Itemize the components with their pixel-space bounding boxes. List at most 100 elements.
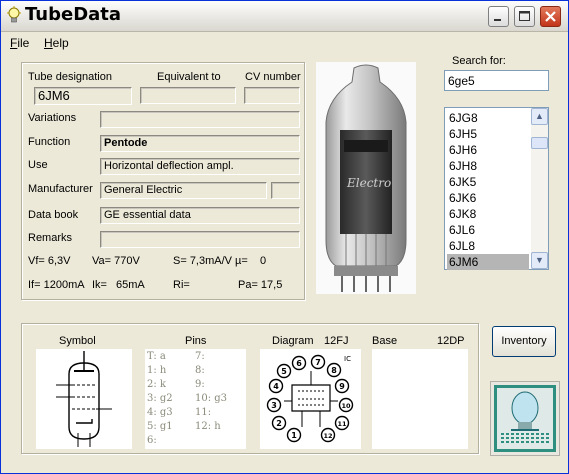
va-value: Va= 770V bbox=[92, 255, 140, 267]
pin-entry: 11: bbox=[195, 407, 212, 418]
diagram-pin-label: 10 bbox=[341, 402, 351, 410]
inventory-button[interactable]: Inventory bbox=[492, 326, 556, 357]
function-field[interactable]: Pentode bbox=[100, 135, 300, 152]
base-label: Base bbox=[372, 335, 398, 347]
scroll-thumb[interactable] bbox=[531, 137, 548, 149]
data-book-label: Data book bbox=[28, 209, 79, 221]
equivalent-to-field[interactable] bbox=[140, 87, 236, 104]
list-item[interactable]: 6JH6 bbox=[447, 142, 529, 158]
minimize-button[interactable] bbox=[488, 6, 509, 27]
menu-file-label: ile bbox=[17, 36, 30, 50]
lightbulb-icon bbox=[7, 6, 21, 23]
list-item[interactable]: 6JG8 bbox=[447, 110, 529, 126]
search-input[interactable] bbox=[444, 70, 549, 91]
cv-number-field[interactable] bbox=[244, 87, 300, 104]
pin-entry: 5: g1 bbox=[147, 421, 173, 432]
maximize-icon bbox=[519, 11, 530, 21]
tube-logo-text: Electro bbox=[346, 176, 391, 190]
mu-value: 0 bbox=[260, 255, 267, 267]
variations-label: Variations bbox=[28, 112, 77, 124]
list-item[interactable]: 6JH5 bbox=[447, 126, 529, 142]
list-item[interactable]: 6JK8 bbox=[447, 206, 529, 222]
manufacturer-field[interactable]: General Electric bbox=[100, 182, 267, 199]
maximize-button[interactable] bbox=[514, 6, 535, 27]
base-diagram-icon: 1 2 3 4 5 6 7 8 9 10 11 12 IC bbox=[266, 354, 354, 443]
pin-entry: 8: bbox=[195, 365, 205, 376]
app-window: TubeData File Help Tube designation Equi… bbox=[0, 0, 569, 474]
pin-entry: 7: bbox=[195, 351, 205, 362]
manufacturer-label: Manufacturer bbox=[28, 183, 93, 195]
diagram-pin-label: 11 bbox=[337, 420, 347, 428]
variations-field[interactable] bbox=[100, 111, 300, 128]
pin-entry: 2: k bbox=[147, 379, 166, 390]
list-item-selected[interactable]: 6JM6 bbox=[447, 254, 529, 270]
data-book-field[interactable]: GE essential data bbox=[100, 207, 300, 224]
pins-box: T: a 1: h 2: k 3: g2 4: g3 5: g1 6: 7: 8… bbox=[145, 349, 246, 449]
ik-value: 65mA bbox=[116, 279, 145, 291]
list-item[interactable]: 6JL6 bbox=[447, 222, 529, 238]
close-button[interactable] bbox=[540, 6, 561, 27]
use-field[interactable]: Horizontal deflection ampl. bbox=[100, 158, 300, 175]
menu-bar: File Help bbox=[1, 32, 568, 52]
list-item[interactable]: 6JK6 bbox=[447, 190, 529, 206]
manufacturer-extra-field[interactable] bbox=[271, 182, 300, 199]
tube-photo: Electro bbox=[316, 62, 416, 294]
search-label: Search for: bbox=[452, 55, 506, 67]
list-item[interactable]: 6JH8 bbox=[447, 158, 529, 174]
equivalent-to-label: Equivalent to bbox=[157, 71, 221, 83]
diagram-pin-label: 7 bbox=[315, 358, 321, 367]
menu-help-mnemonic: H bbox=[44, 36, 53, 50]
pin-entry: 9: bbox=[195, 379, 205, 390]
pin-entry: 6: bbox=[147, 435, 157, 446]
tube-image: Electro bbox=[316, 62, 416, 294]
chevron-up-icon: ▲ bbox=[535, 111, 544, 121]
diagram-pin-label: 8 bbox=[331, 366, 337, 375]
ik-label: Ik= bbox=[92, 279, 107, 291]
pin-entry: 12: h bbox=[195, 421, 221, 432]
menu-file[interactable]: File bbox=[10, 36, 29, 50]
scroll-up-button[interactable]: ▲ bbox=[531, 108, 548, 125]
list-item[interactable]: 6JL8 bbox=[447, 238, 529, 254]
window-title: TubeData bbox=[25, 4, 122, 25]
minimize-icon bbox=[494, 19, 501, 21]
pin-entry: T: a bbox=[147, 351, 166, 362]
function-label: Function bbox=[28, 136, 71, 148]
logo-image bbox=[490, 381, 560, 456]
pins-label: Pins bbox=[185, 335, 207, 347]
s-value: S= 7,3mA/V bbox=[173, 255, 233, 267]
tube-symbol bbox=[36, 349, 132, 449]
remarks-field[interactable] bbox=[100, 231, 300, 248]
diagram-pin-label: 5 bbox=[281, 367, 287, 376]
use-label: Use bbox=[28, 159, 48, 171]
chevron-down-icon: ▼ bbox=[535, 255, 544, 265]
pin-entry: 10: g3 bbox=[195, 393, 228, 404]
diagram-code: 12FJ bbox=[324, 335, 349, 347]
list-item[interactable]: 6JK5 bbox=[447, 174, 529, 190]
menu-help-label: elp bbox=[52, 36, 69, 50]
pin-entry: 4: g3 bbox=[147, 407, 173, 418]
tube-list[interactable]: 6JG8 6JH5 6JH6 6JH8 6JK5 6JK6 6JK8 6JL6 … bbox=[444, 107, 549, 270]
mu-label: µ= bbox=[235, 255, 248, 267]
if-value: If= 1200mA bbox=[28, 279, 85, 291]
pa-value: Pa= 17,5 bbox=[238, 279, 283, 291]
pin-entry: 1: h bbox=[147, 365, 167, 376]
title-bar[interactable]: TubeData bbox=[1, 1, 568, 32]
diagram-ic-label: IC bbox=[344, 355, 351, 363]
list-scrollbar[interactable]: ▲ ▼ bbox=[531, 108, 548, 269]
inventory-button-label: Inventory bbox=[501, 335, 547, 347]
base-box bbox=[372, 349, 468, 449]
diagram-pin-label: 3 bbox=[271, 401, 277, 410]
tube-designation-field[interactable]: 6JM6 bbox=[34, 87, 132, 105]
menu-help[interactable]: Help bbox=[44, 36, 69, 50]
scroll-down-button[interactable]: ▼ bbox=[531, 252, 548, 269]
pin-entry: 3: g2 bbox=[147, 393, 173, 404]
vf-value: Vf= 6,3V bbox=[28, 255, 71, 267]
ri-value: Ri= bbox=[173, 279, 190, 291]
symbol-label: Symbol bbox=[59, 335, 96, 347]
remarks-label: Remarks bbox=[28, 232, 73, 244]
close-icon bbox=[545, 11, 556, 22]
cv-number-label: CV number bbox=[245, 71, 301, 83]
tube-logo-icon bbox=[494, 385, 556, 452]
diagram-pin-label: 6 bbox=[296, 359, 302, 368]
tube-designation-label: Tube designation bbox=[28, 71, 112, 83]
